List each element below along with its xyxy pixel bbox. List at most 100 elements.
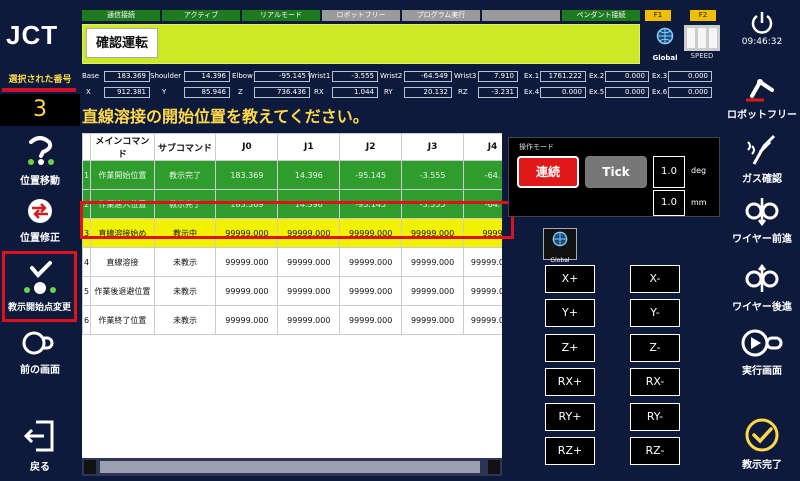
f2-key[interactable]: F2 — [690, 10, 716, 21]
col-header-j3: J3 — [401, 133, 465, 161]
cell-no: 1 — [82, 160, 91, 190]
wire-forward-icon — [745, 198, 779, 226]
robot-free-button[interactable]: ロボットフリー — [722, 70, 800, 121]
cell-j2: 99999.000 — [339, 276, 403, 306]
jog-y-plus-button[interactable]: Y+ — [545, 299, 595, 327]
coord-label-ex5: Ex.5 — [589, 88, 605, 96]
move-position-button[interactable]: 位置移動 — [0, 136, 80, 187]
cell-sub: 未教示 — [153, 247, 217, 277]
jog-z-minus-button[interactable]: Z- — [630, 334, 680, 362]
cell-no: 5 — [82, 276, 91, 306]
coord-value-rx: 1.044 — [332, 87, 378, 98]
coord-label-z: Z — [238, 88, 243, 96]
col-header-j4: J4 — [463, 133, 502, 161]
coord-label-ex3: Ex.3 — [652, 72, 668, 80]
jog-z-plus-button[interactable]: Z+ — [545, 334, 595, 362]
table-row[interactable]: 6 作業終了位置 未教示 99999.000 99999.000 99999.0… — [82, 305, 502, 335]
cell-no: 4 — [82, 247, 91, 277]
coord-value-wrist2: -64.549 — [404, 71, 452, 82]
status-real-mode: リアルモード — [242, 10, 320, 21]
coord-label-wrist2: Wrist2 — [380, 72, 403, 80]
coord-value-ex5: 0.000 — [605, 87, 649, 98]
status-blank — [482, 10, 560, 21]
coord-label-rx: RX — [314, 88, 324, 96]
status-comm-connected: 通信接続 — [82, 10, 160, 21]
status-program-run: プログラム実行 — [402, 10, 480, 21]
jog-x-plus-button[interactable]: X+ — [545, 265, 595, 293]
coord-label-ex1: Ex.1 — [524, 72, 540, 80]
header-bar — [82, 24, 640, 64]
position-correct-icon — [28, 199, 52, 223]
operation-mode-panel: 操作モード 連続 Tick 1.0 deg 1.0 mm — [508, 137, 720, 217]
mm-step-input[interactable]: 1.0 — [653, 190, 685, 216]
jog-global-toggle[interactable]: Global — [543, 228, 577, 264]
coord-value-wrist1: -3.555 — [332, 71, 378, 82]
continuous-mode-button[interactable]: 連続 — [517, 156, 579, 188]
teach-point-table: メインコマンド サブコマンド J0 J1 J2 J3 J4 1 作業開始位置 教… — [82, 133, 502, 458]
jog-rx-plus-button[interactable]: RX+ — [545, 368, 595, 396]
cell-j4: -64. — [463, 160, 502, 190]
selected-number: 3 — [0, 94, 80, 126]
teach-start-point-icon — [23, 261, 56, 294]
back-button[interactable]: 戻る — [0, 418, 80, 473]
coord-value-base: 183.369 — [104, 71, 150, 82]
previous-screen-label: 前の画面 — [20, 365, 60, 376]
gas-check-label: ガス確認 — [742, 174, 782, 185]
teach-complete-label: 教示完了 — [742, 460, 782, 471]
wire-forward-label: ワイヤー前進 — [732, 234, 792, 245]
position-correct-button[interactable]: 位置修正 — [0, 197, 80, 244]
run-screen-button[interactable]: 実行画面 — [722, 328, 800, 377]
jog-ry-minus-button[interactable]: RY- — [630, 403, 680, 431]
f1-key[interactable]: F1 — [645, 10, 671, 21]
selected-row-highlight — [80, 201, 514, 239]
coord-value-x: 912.381 — [104, 87, 150, 98]
coord-value-elbow: -95.145 — [254, 71, 310, 82]
clock-time: 09:46:32 — [741, 37, 783, 47]
cell-j4: 99999.000 — [463, 276, 502, 306]
cell-j1: 99999.000 — [277, 276, 341, 306]
coord-label-ex6: Ex.6 — [652, 88, 668, 96]
gas-check-button[interactable]: ガス確認 — [722, 132, 800, 185]
globe-icon — [656, 27, 674, 45]
deg-step-input[interactable]: 1.0 — [653, 156, 685, 188]
teach-start-point-change-button[interactable]: 教示開始点変更 — [2, 251, 77, 322]
coord-value-ex3: 0.000 — [668, 71, 712, 82]
cell-main: 作業開始位置 — [89, 160, 155, 190]
run-screen-icon — [741, 329, 783, 357]
mm-unit-label: mm — [691, 198, 707, 207]
horizontal-scrollbar[interactable] — [82, 458, 502, 476]
cell-j2: -95.145 — [339, 160, 403, 190]
cell-j4: 99999.000 — [463, 247, 502, 277]
table-row[interactable]: 5 作業後退避位置 未教示 99999.000 99999.000 99999.… — [82, 276, 502, 306]
global-toggle[interactable]: Global — [650, 25, 680, 63]
wire-forward-button[interactable]: ワイヤー前進 — [722, 196, 800, 245]
table-row[interactable]: 1 作業開始位置 教示完了 183.369 14.396 -95.145 -3.… — [82, 160, 502, 190]
coordinate-panel: Base 183.369 Shoulder 14.396 Elbow -95.1… — [82, 71, 722, 99]
back-icon — [23, 420, 54, 452]
cell-j3: 99999.000 — [401, 276, 465, 306]
table-row[interactable]: 4 直線溶接 未教示 99999.000 99999.000 99999.000… — [82, 247, 502, 277]
jog-x-minus-button[interactable]: X- — [630, 265, 680, 293]
previous-screen-button[interactable]: 前の画面 — [0, 329, 80, 376]
previous-screen-icon — [22, 331, 54, 355]
jog-rx-minus-button[interactable]: RX- — [630, 368, 680, 396]
col-header-j1: J1 — [277, 133, 341, 161]
instruction-text: 直線溶接の開始位置を教えてください。 — [82, 107, 369, 126]
coord-value-ex4: 0.000 — [540, 87, 586, 98]
teach-complete-button[interactable]: 教示完了 — [722, 418, 800, 471]
tick-mode-button[interactable]: Tick — [585, 156, 647, 188]
jog-rz-minus-button[interactable]: RZ- — [630, 437, 680, 465]
cell-j3: 99999.000 — [401, 247, 465, 277]
status-robot-free: ロボットフリー — [322, 10, 400, 21]
coord-value-ex6: 0.000 — [668, 87, 712, 98]
power-button[interactable]: 09:46:32 — [722, 10, 800, 47]
cell-main: 直線溶接 — [89, 247, 155, 277]
jog-ry-plus-button[interactable]: RY+ — [545, 403, 595, 431]
speed-label: SPEED — [690, 52, 714, 60]
wire-backward-label: ワイヤー後進 — [732, 302, 792, 313]
move-position-label: 位置移動 — [20, 176, 60, 187]
jog-rz-plus-button[interactable]: RZ+ — [545, 437, 595, 465]
wire-backward-button[interactable]: ワイヤー後進 — [722, 264, 800, 313]
coord-label-y: Y — [162, 88, 167, 96]
jog-y-minus-button[interactable]: Y- — [630, 299, 680, 327]
